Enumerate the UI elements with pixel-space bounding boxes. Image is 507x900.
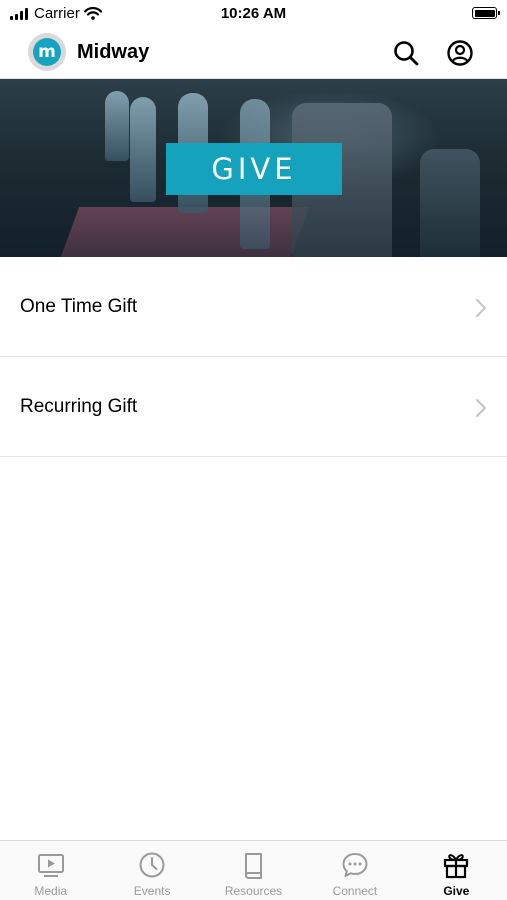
stage-floor [60, 207, 310, 257]
play-video-icon [37, 854, 64, 877]
give-banner: GIVE [0, 79, 507, 257]
search-icon[interactable] [392, 39, 420, 67]
tab-resources[interactable]: Resources [203, 841, 304, 900]
one-time-gift-item[interactable]: One Time Gift [0, 257, 507, 357]
logo-mark: m [33, 38, 61, 66]
app-title: Midway [77, 41, 150, 63]
book-icon [244, 853, 262, 879]
list-item-label: Recurring Gift [20, 396, 138, 417]
chevron-right-icon [476, 299, 486, 317]
gift-icon [444, 854, 469, 879]
tab-bar: Media Events Resources Connect Give [0, 840, 507, 900]
recurring-gift-item[interactable]: Recurring Gift [0, 357, 507, 457]
clock-icon [139, 852, 165, 878]
give-options-list: One Time Gift Recurring Gift [0, 257, 507, 457]
tab-media[interactable]: Media [0, 841, 101, 900]
tab-label: Resources [224, 884, 283, 898]
performer-figure [105, 91, 129, 161]
give-banner-text: GIVE [211, 152, 297, 186]
app-header: m Midway [0, 28, 507, 79]
tab-label: Give [443, 884, 470, 898]
list-item-label: One Time Gift [20, 296, 138, 317]
tab-label: Events [133, 884, 171, 898]
tab-give[interactable]: Give [406, 841, 507, 900]
chat-bubble-icon [342, 853, 368, 877]
tab-events[interactable]: Events [101, 841, 202, 900]
tab-label: Connect [332, 884, 378, 898]
performer-figure [130, 97, 156, 202]
app-logo[interactable]: m [28, 33, 66, 71]
tab-connect[interactable]: Connect [304, 841, 405, 900]
status-bar: Carrier 10:26 AM [0, 0, 507, 28]
audience-figure [420, 149, 480, 257]
chevron-right-icon [476, 399, 486, 417]
give-banner-label: GIVE [166, 143, 342, 195]
battery-fill [474, 9, 495, 17]
account-icon[interactable] [446, 39, 474, 67]
battery-icon [472, 7, 500, 19]
tab-label: Media [34, 884, 68, 898]
status-time: 10:26 AM [220, 5, 287, 22]
